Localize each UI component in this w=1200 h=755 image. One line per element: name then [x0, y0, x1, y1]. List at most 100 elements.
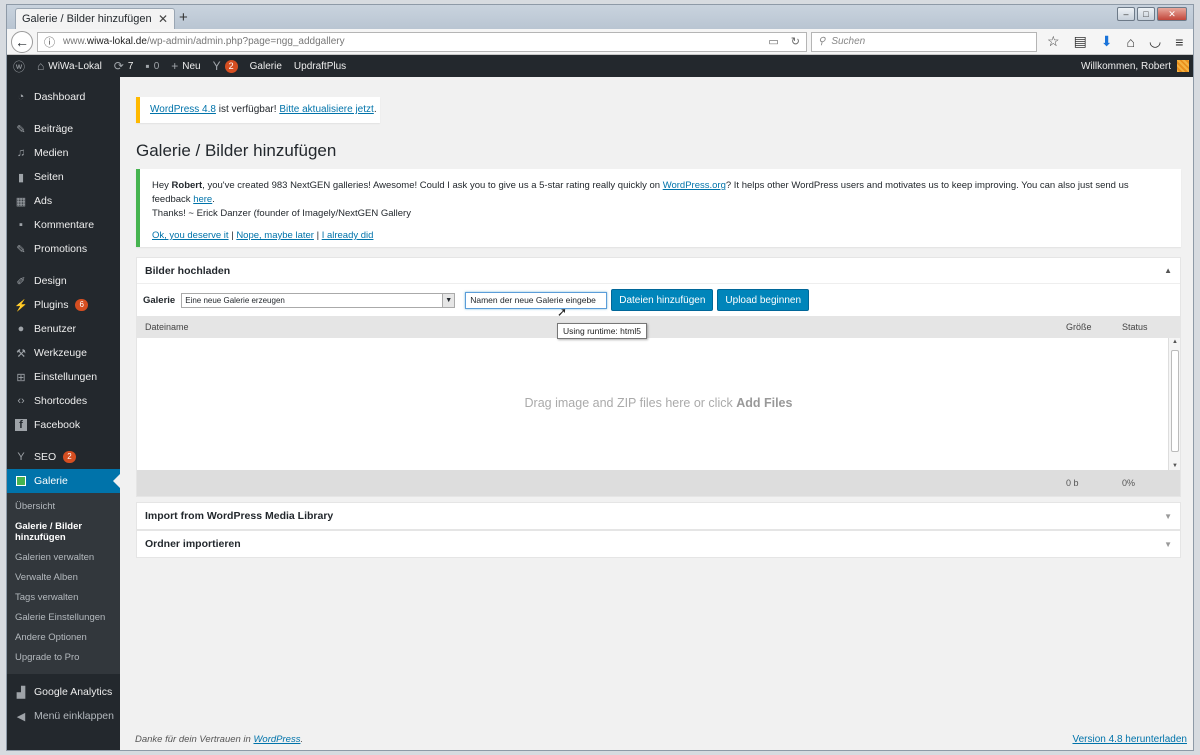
menu-ads[interactable]: ▦ Ads: [7, 189, 120, 213]
menu-kommentare[interactable]: ▪ Kommentare: [7, 213, 120, 237]
url-domain: wiwa-lokal.de: [86, 36, 147, 47]
menu-einstellungen[interactable]: ⊞ Einstellungen: [7, 365, 120, 389]
footer-thanks-text: Danke für dein Vertrauen in: [135, 734, 254, 745]
wordpress-org-link[interactable]: WordPress.org: [663, 180, 726, 191]
rate-yes-link[interactable]: Ok, you deserve it: [152, 230, 229, 241]
submenu-uebersicht[interactable]: Übersicht: [7, 497, 120, 517]
rating-message: Hey Robert, you've created 983 NextGEN g…: [152, 179, 1169, 221]
upload-box-header[interactable]: Bilder hochladen ▲: [137, 258, 1180, 284]
file-drop-area[interactable]: Drag image and ZIP files here or click A…: [137, 338, 1180, 470]
menu-benutzer[interactable]: ● Benutzer: [7, 317, 120, 341]
upload-controls: Galerie Eine neue Galerie erzeugen ▼ Nam…: [137, 284, 1180, 316]
menu-design[interactable]: ✐ Design: [7, 269, 120, 293]
updates-link[interactable]: ⟳ 7: [114, 59, 134, 73]
browser-tab[interactable]: Galerie / Bilder hinzufügen ‹ WiW ✕: [15, 8, 175, 29]
add-files-button[interactable]: Dateien hinzufügen: [611, 289, 714, 311]
collapse-menu-button[interactable]: ◀ Menü einklappen: [7, 704, 120, 728]
menu-werkzeuge[interactable]: ⚒ Werkzeuge: [7, 341, 120, 365]
gallery-icon: [15, 475, 27, 487]
reload-icon[interactable]: ↻: [791, 35, 800, 48]
comment-icon: ▪: [19, 219, 23, 231]
menu-beitraege[interactable]: ✎ Beiträge: [7, 117, 120, 141]
browser-window: Galerie / Bilder hinzufügen ‹ WiW ✕ + – …: [6, 4, 1194, 751]
menu-galerie[interactable]: Galerie: [7, 469, 120, 493]
reader-view-icon[interactable]: ▭: [768, 35, 778, 48]
wordpress-logo-icon[interactable]: ⓦ: [13, 58, 25, 75]
scroll-thumb[interactable]: [1171, 350, 1179, 452]
maximize-icon[interactable]: □: [1137, 7, 1155, 21]
back-icon[interactable]: ←: [11, 30, 33, 53]
footer-wordpress-link[interactable]: WordPress: [253, 734, 300, 745]
start-upload-button[interactable]: Upload beginnen: [717, 289, 810, 311]
dashboard-icon: ◔: [17, 91, 25, 103]
menu-label: Werkzeuge: [34, 347, 87, 359]
menu-label: Kommentare: [34, 219, 95, 231]
expand-arrow-icon[interactable]: ▼: [1164, 540, 1172, 549]
url-bar[interactable]: ⓘ www. wiwa-lokal.de/wp-admin/admin.php?p…: [37, 31, 807, 52]
wordpress-version-link[interactable]: WordPress 4.8: [150, 104, 216, 115]
menu-promotions[interactable]: ✎ Promotions: [7, 237, 120, 261]
rate-done-link[interactable]: I already did: [322, 230, 374, 241]
expand-arrow-icon[interactable]: ▼: [1164, 512, 1172, 521]
gallery-name-input[interactable]: Namen der neue Galerie eingebe: [465, 291, 608, 309]
site-name-link[interactable]: ⌂ WiWa-Lokal: [37, 59, 102, 73]
menu-medien[interactable]: ♫ Medien: [7, 141, 120, 165]
menu-dashboard[interactable]: ◔ Dashboard: [7, 85, 120, 109]
download-version-link[interactable]: Version 4.8 herunterladen: [1072, 734, 1187, 745]
menu-google-analytics[interactable]: ▟ Google Analytics: [7, 680, 120, 704]
msg-part: .: [212, 194, 215, 205]
home-icon[interactable]: ⌂: [1127, 34, 1135, 50]
menu-seo[interactable]: Y SEO 2: [7, 445, 120, 469]
new-tab-icon[interactable]: +: [179, 9, 188, 26]
import-folder-title: Ordner importieren: [145, 538, 241, 550]
menu-icon[interactable]: ≡: [1175, 34, 1183, 50]
import-folder-box: Ordner importieren ▼: [136, 530, 1181, 558]
update-notice-text: ist verfügbar!: [215, 104, 280, 115]
submenu-galerien-verwalten[interactable]: Galerien verwalten: [7, 548, 120, 568]
bookmarks-list-icon[interactable]: ▤: [1074, 33, 1087, 50]
scroll-down-icon[interactable]: ▼: [1172, 463, 1178, 469]
menu-seiten[interactable]: ▮ Seiten: [7, 165, 120, 189]
browser-toolbar: ☆ ▤ ⬇ ⌂ ◡ ≡: [1047, 33, 1183, 50]
gallery-select[interactable]: Eine neue Galerie erzeugen ▼: [181, 292, 456, 308]
submenu-upgrade-pro[interactable]: Upgrade to Pro: [7, 648, 120, 668]
yoast-seo-link[interactable]: Y2: [213, 59, 238, 73]
close-tab-icon[interactable]: ✕: [158, 12, 168, 26]
submenu-galerie-einstellungen[interactable]: Galerie Einstellungen: [7, 608, 120, 628]
menu-label: Galerie: [34, 475, 68, 487]
collapse-arrow-icon[interactable]: ▲: [1164, 266, 1172, 275]
pin-icon: ✎: [16, 123, 26, 136]
file-list-scrollbar[interactable]: ▲ ▼: [1168, 338, 1180, 470]
account-menu[interactable]: Willkommen, Robert: [1081, 60, 1189, 72]
feedback-here-link[interactable]: here: [193, 194, 212, 205]
new-content-link[interactable]: + Neu: [171, 59, 200, 73]
info-icon[interactable]: ⓘ: [44, 34, 55, 50]
import-media-header[interactable]: Import from WordPress Media Library ▼: [137, 503, 1180, 529]
minimize-icon[interactable]: –: [1117, 7, 1135, 21]
yoast-icon: Y: [212, 59, 221, 73]
menu-label: Menü einklappen: [34, 710, 114, 722]
scroll-up-icon[interactable]: ▲: [1172, 339, 1178, 345]
download-icon[interactable]: ⬇: [1101, 33, 1113, 50]
menu-label: Facebook: [34, 419, 81, 431]
rate-later-link[interactable]: Nope, maybe later: [236, 230, 314, 241]
menu-facebook[interactable]: f Facebook: [7, 413, 120, 437]
bookmark-star-icon[interactable]: ☆: [1047, 33, 1060, 50]
close-window-icon[interactable]: ✕: [1157, 7, 1187, 21]
search-bar[interactable]: ⚲ Suchen: [811, 31, 1037, 52]
menu-shortcodes[interactable]: ‹› Shortcodes: [7, 389, 120, 413]
submenu-andere-optionen[interactable]: Andere Optionen: [7, 628, 120, 648]
import-folder-header[interactable]: Ordner importieren ▼: [137, 531, 1180, 557]
submenu-verwalte-alben[interactable]: Verwalte Alben: [7, 568, 120, 588]
comments-link[interactable]: ▪ 0: [145, 59, 159, 73]
file-list-header: Dateiname Größe Status: [137, 316, 1180, 338]
collapse-icon: ◀: [16, 710, 26, 723]
updraftplus-link[interactable]: UpdraftPlus: [294, 61, 346, 72]
update-now-link[interactable]: Bitte aktualisiere jetzt: [279, 104, 374, 115]
submenu-bilder-hinzufuegen[interactable]: Galerie / Bilder hinzufügen: [7, 517, 120, 548]
menu-plugins[interactable]: ⚡ Plugins 6: [7, 293, 120, 317]
galerie-link[interactable]: Galerie: [250, 61, 282, 72]
pocket-icon[interactable]: ◡: [1149, 33, 1161, 50]
submenu-tags-verwalten[interactable]: Tags verwalten: [7, 588, 120, 608]
updates-icon: ⟳: [113, 59, 124, 73]
